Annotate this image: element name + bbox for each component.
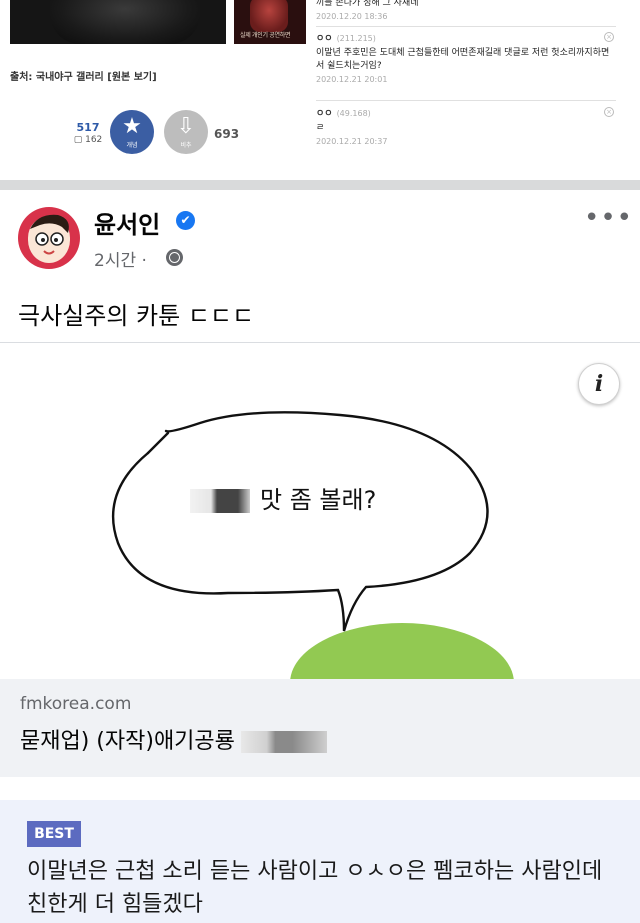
upvote-count: 517 bbox=[76, 121, 100, 134]
link-domain: fmkorea.com bbox=[20, 694, 132, 714]
image-caption: 실제 개인기 공연하면 bbox=[240, 32, 291, 39]
comment-item: ㅇㅇ (211.215) 이말년 주호민은 도대체 근첩들한테 어떤존재길래 댓글… bbox=[316, 31, 616, 84]
delete-icon[interactable]: × bbox=[604, 107, 614, 117]
downvote-button[interactable]: ⇩ 비추 bbox=[164, 110, 208, 154]
comment-nick: ㅇㅇ bbox=[316, 109, 333, 119]
comment-item: ㅇㅇ (49.168) ㄹ 2020.12.21 20:37 × bbox=[316, 106, 616, 146]
author-name[interactable]: 윤서인 bbox=[94, 205, 160, 240]
info-icon[interactable]: i bbox=[578, 363, 620, 405]
section-divider bbox=[0, 180, 640, 190]
post-image-red: 실제 개인기 공연하면 bbox=[234, 0, 306, 44]
downvote-label: 비추 bbox=[180, 142, 192, 149]
link-preview-image[interactable]: i 맛 좀 볼래? bbox=[0, 343, 640, 679]
down-arrow-icon: ⇩ bbox=[176, 114, 196, 139]
best-badge: BEST bbox=[27, 821, 81, 847]
comment-nick: ㅇㅇ bbox=[316, 34, 333, 44]
comment-date: 2020.12.21 20:01 bbox=[316, 75, 388, 84]
upvote-button[interactable]: ★ 개념 bbox=[110, 110, 154, 154]
post-image-dark bbox=[10, 0, 226, 44]
comment-list: 끼를 존나가 정해 그 사새데 2020.12.20 18:36 ㅇㅇ (211.… bbox=[316, 0, 616, 160]
comment-date: 2020.12.21 20:37 bbox=[316, 137, 388, 146]
verified-badge-icon: ✔ bbox=[176, 211, 195, 230]
source-link[interactable]: [원본 보기] bbox=[107, 72, 156, 83]
more-options-button[interactable]: ••• bbox=[584, 205, 633, 231]
comment-item: 끼를 존나가 정해 그 사새데 2020.12.20 18:36 bbox=[316, 0, 616, 21]
comment-date: 2020.12.20 18:36 bbox=[316, 12, 388, 21]
comment-text: 끼를 존나가 정해 그 사새데 bbox=[316, 0, 419, 8]
link-title: 묻재업) (자작)애기공룡 bbox=[20, 723, 327, 755]
avatar[interactable] bbox=[18, 207, 80, 269]
speech-text: 맛 좀 볼래? bbox=[190, 480, 376, 515]
post-time[interactable]: 2시간 · bbox=[94, 246, 147, 271]
star-icon: ★ bbox=[122, 114, 142, 139]
post-text: 극사실주의 카툰 ㄷㄷㄷ bbox=[18, 302, 255, 330]
delete-icon[interactable]: × bbox=[604, 32, 614, 42]
comment-ip: (49.168) bbox=[336, 109, 371, 118]
gallery-post-fragment: 실제 개인기 공연하면 출처: 국내야구 갤러리 [원본 보기] 517 ▢ 1… bbox=[0, 0, 640, 184]
comment-text: 이말년 주호민은 도대체 근첩들한테 어떤존재길래 댓글로 저런 헛소리까지하면… bbox=[316, 48, 610, 71]
downvote-count: 693 bbox=[214, 127, 240, 141]
source-label: 출처: 국내야구 갤러리 bbox=[10, 72, 108, 83]
comment-ip: (211.215) bbox=[336, 34, 376, 43]
globe-icon bbox=[166, 249, 183, 266]
source-line: 출처: 국내야구 갤러리 [원본 보기] bbox=[10, 68, 157, 83]
best-comment: BEST 이말년은 근첩 소리 듣는 사람이고 ㅇㅅㅇ은 펨코하는 사람인데 친… bbox=[0, 800, 640, 923]
link-preview-footer[interactable]: fmkorea.com 묻재업) (자작)애기공룡 bbox=[0, 679, 640, 777]
comment-text: ㄹ bbox=[316, 123, 325, 133]
best-comment-text: 이말년은 근첩 소리 듣는 사람이고 ㅇㅅㅇ은 펨코하는 사람인데 친한게 더 … bbox=[27, 859, 603, 917]
upvote-label: 개념 bbox=[126, 142, 138, 149]
comment-count: ▢ 162 bbox=[73, 135, 103, 145]
link-preview-card[interactable]: i 맛 좀 볼래? fmkorea.com 묻재업) (자작)애기공룡 bbox=[0, 342, 640, 777]
